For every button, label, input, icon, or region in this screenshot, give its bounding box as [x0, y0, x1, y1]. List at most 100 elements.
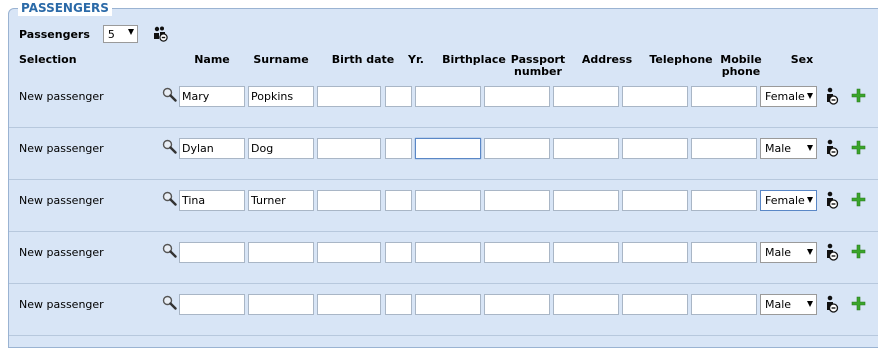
telephone-input[interactable]: [622, 86, 688, 107]
col-header-mobile-line2: phone: [721, 65, 761, 78]
col-header-birth-date: Birth date: [331, 53, 395, 66]
row-divider: [9, 231, 878, 232]
sex-select[interactable]: Female: [760, 190, 817, 211]
surname-input[interactable]: [248, 294, 314, 315]
passenger-person-icon[interactable]: [824, 243, 840, 265]
birth-date-input[interactable]: [317, 138, 381, 159]
chevron-down-icon: [807, 197, 813, 203]
col-header-passport-number: Passport number: [505, 54, 571, 78]
add-passenger-icon[interactable]: [851, 244, 866, 262]
address-input[interactable]: [553, 242, 619, 263]
passengers-count-bar: Passengers 5: [19, 24, 169, 44]
chevron-down-icon: [807, 145, 813, 151]
year-input[interactable]: [385, 242, 412, 263]
birthplace-input[interactable]: [415, 294, 481, 315]
birthplace-input[interactable]: [415, 138, 481, 159]
add-passenger-icon[interactable]: [851, 140, 866, 158]
sex-select[interactable]: Male: [760, 138, 817, 159]
row-divider: [9, 283, 878, 284]
add-passenger-icon[interactable]: [851, 192, 866, 210]
add-passenger-icon[interactable]: [851, 88, 866, 106]
mobile-phone-input[interactable]: [691, 242, 757, 263]
name-input[interactable]: Tina: [179, 190, 245, 211]
magnifier-icon[interactable]: [162, 243, 177, 261]
sex-value: Male: [765, 142, 792, 155]
row-selection-label: New passenger: [19, 90, 104, 103]
chevron-down-icon: [807, 93, 813, 99]
name-input[interactable]: [179, 294, 245, 315]
passenger-person-icon[interactable]: [824, 295, 840, 317]
col-header-birthplace: Birthplace: [442, 53, 506, 66]
passenger-group-icon[interactable]: [151, 25, 169, 43]
birth-date-input[interactable]: [317, 294, 381, 315]
sex-value: Female: [765, 90, 805, 103]
magnifier-icon[interactable]: [162, 87, 177, 105]
mobile-phone-input[interactable]: [691, 294, 757, 315]
sex-value: Male: [765, 246, 792, 259]
passengers-label: Passengers: [19, 27, 90, 41]
birthplace-input[interactable]: [415, 242, 481, 263]
passport-number-input[interactable]: [484, 190, 550, 211]
mobile-phone-input[interactable]: [691, 138, 757, 159]
address-input[interactable]: [553, 190, 619, 211]
col-header-mobile-phone: Mobile phone: [708, 54, 774, 78]
row-divider: [9, 179, 878, 180]
surname-input[interactable]: Dog: [248, 138, 314, 159]
surname-input[interactable]: Turner: [248, 190, 314, 211]
col-header-selection: Selection: [19, 53, 77, 66]
col-header-telephone: Telephone: [649, 53, 713, 66]
telephone-input[interactable]: [622, 190, 688, 211]
birth-date-input[interactable]: [317, 190, 381, 211]
passengers-count-value: 5: [107, 27, 115, 41]
telephone-input[interactable]: [622, 138, 688, 159]
chevron-down-icon: [127, 29, 134, 35]
passenger-person-icon[interactable]: [824, 139, 840, 161]
telephone-input[interactable]: [622, 294, 688, 315]
passport-number-input[interactable]: [484, 242, 550, 263]
chevron-down-icon: [807, 249, 813, 255]
surname-input[interactable]: Popkins: [248, 86, 314, 107]
year-input[interactable]: [385, 190, 412, 211]
col-header-surname: Surname: [253, 53, 309, 66]
section-title: PASSENGERS: [18, 0, 112, 16]
year-input[interactable]: [385, 138, 412, 159]
name-input[interactable]: [179, 242, 245, 263]
passport-number-input[interactable]: [484, 138, 550, 159]
birthplace-input[interactable]: [415, 190, 481, 211]
passengers-count-select[interactable]: 5: [102, 25, 138, 43]
surname-input[interactable]: [248, 242, 314, 263]
sex-select[interactable]: Male: [760, 242, 817, 263]
sex-select[interactable]: Female: [760, 86, 817, 107]
row-divider: [9, 127, 878, 128]
mobile-phone-input[interactable]: [691, 86, 757, 107]
birthplace-input[interactable]: [415, 86, 481, 107]
mobile-phone-input[interactable]: [691, 190, 757, 211]
passport-number-input[interactable]: [484, 86, 550, 107]
passenger-person-icon[interactable]: [824, 87, 840, 109]
birth-date-input[interactable]: [317, 86, 381, 107]
row-selection-label: New passenger: [19, 142, 104, 155]
chevron-down-icon: [807, 301, 813, 307]
address-input[interactable]: [553, 138, 619, 159]
col-header-passport-line2: number: [514, 65, 562, 78]
col-header-address: Address: [581, 53, 633, 66]
name-input[interactable]: Dylan: [179, 138, 245, 159]
add-passenger-icon[interactable]: [851, 296, 866, 314]
magnifier-icon[interactable]: [162, 139, 177, 157]
sex-value: Female: [765, 194, 805, 207]
address-input[interactable]: [553, 294, 619, 315]
birth-date-input[interactable]: [317, 242, 381, 263]
magnifier-icon[interactable]: [162, 191, 177, 209]
year-input[interactable]: [385, 86, 412, 107]
address-input[interactable]: [553, 86, 619, 107]
col-header-sex: Sex: [790, 53, 814, 66]
magnifier-icon[interactable]: [162, 295, 177, 313]
year-input[interactable]: [385, 294, 412, 315]
telephone-input[interactable]: [622, 242, 688, 263]
sex-select[interactable]: Male: [760, 294, 817, 315]
col-header-year: Yr.: [407, 53, 424, 66]
name-input[interactable]: Mary: [179, 86, 245, 107]
row-selection-label: New passenger: [19, 246, 104, 259]
passenger-person-icon[interactable]: [824, 191, 840, 213]
passport-number-input[interactable]: [484, 294, 550, 315]
